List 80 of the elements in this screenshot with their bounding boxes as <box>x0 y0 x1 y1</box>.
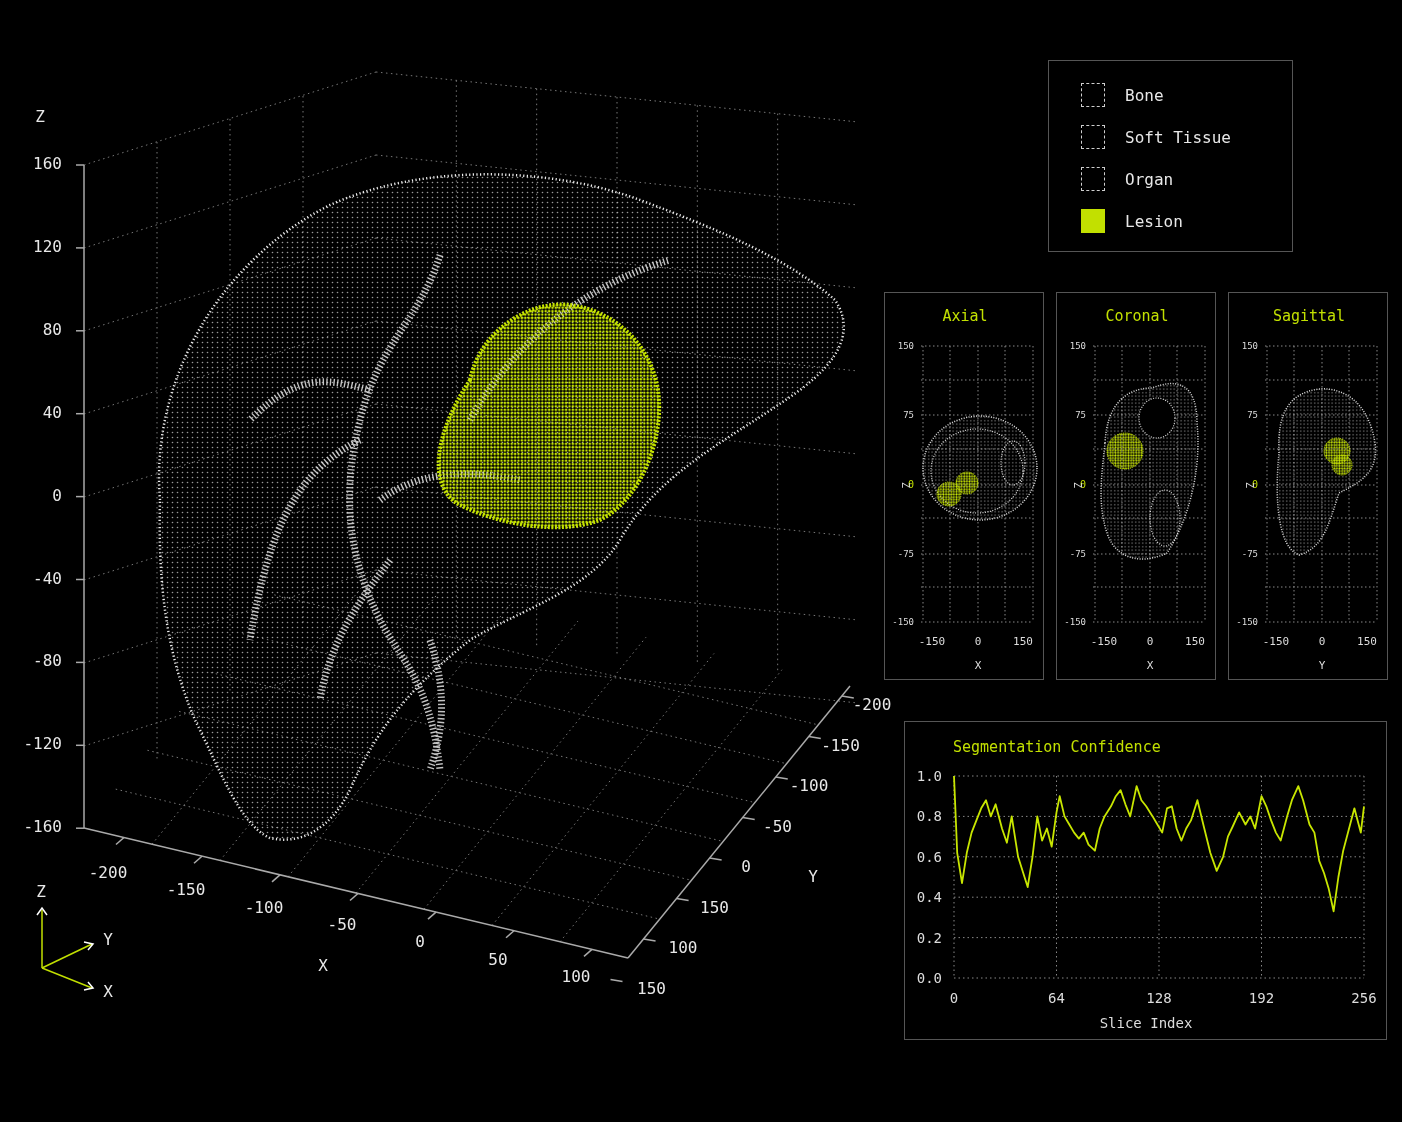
axis-tick-label: -150 <box>821 735 860 755</box>
chart-title: Segmentation Confidence <box>953 738 1161 756</box>
axis-tick-label: 0 <box>1079 479 1086 490</box>
axis-tick-label: 120 <box>33 236 62 256</box>
axis-tick-label: 80 <box>42 319 62 339</box>
legend-label: Soft Tissue <box>1125 127 1231 147</box>
axis-tick-label: 0 <box>974 635 982 648</box>
axis-tick-label: -80 <box>33 651 62 671</box>
axis-tick-label: -150 <box>918 635 946 648</box>
axis-tick-label: -100 <box>244 897 284 917</box>
axis-tick-label: 150 <box>1013 635 1033 648</box>
axis-title: Y <box>1318 659 1326 672</box>
axis-tick-label: 150 <box>1069 341 1086 351</box>
axis-tick-label: -150 <box>1090 635 1118 648</box>
axis-tick-label: 128 <box>1146 990 1172 1006</box>
axis-tick-label: -200 <box>852 695 892 714</box>
axis-tick-label: 192 <box>1248 990 1275 1006</box>
axis-tick-label: -75 <box>1069 549 1086 559</box>
axis-title: X <box>1146 659 1154 672</box>
axis-tick-label: 0 <box>52 485 62 505</box>
axis-tick-label: 150 <box>1357 635 1377 648</box>
axis-tick-label: 100 <box>561 966 591 986</box>
axis-title: Z <box>900 482 911 488</box>
axis-tick-label: 0.0 <box>916 970 942 986</box>
axis-tick-label: -200 <box>88 863 128 882</box>
axis-tick-label: 0.4 <box>916 889 942 906</box>
axis-tick-label: 0.2 <box>916 929 942 946</box>
axis-triad-label: Y <box>103 930 113 949</box>
axis-tick-label: -50 <box>327 914 357 934</box>
axis-tick-label: -150 <box>1064 617 1086 627</box>
axis-tick-label: 256 <box>1351 990 1377 1006</box>
axis-triad-label: Z <box>36 882 46 901</box>
axis-tick-label: 64 <box>1048 990 1065 1006</box>
axis-tick-label: -150 <box>1262 635 1290 648</box>
axis-tick-label: 0 <box>949 990 959 1006</box>
legend-label: Bone <box>1125 85 1164 105</box>
axis-tick-label: -40 <box>33 568 62 588</box>
axis-tick-label: 0 <box>741 857 751 876</box>
axis-triad-label: X <box>103 982 113 1001</box>
axis-tick-label: 50 <box>488 949 508 969</box>
axis-tick-label: 0 <box>907 479 914 490</box>
axis-tick-label: 40 <box>42 402 62 422</box>
axis-title: Slice Index <box>1099 1015 1193 1031</box>
legend-label: Lesion <box>1125 211 1183 231</box>
axis-tick-label: 0.6 <box>916 848 942 865</box>
legend-label: Organ <box>1125 169 1174 189</box>
axis-title: X <box>974 659 982 672</box>
axis-tick-label: 150 <box>1185 635 1205 648</box>
axis-tick-label: 75 <box>903 410 914 420</box>
slice-view-title: Axial <box>942 307 988 325</box>
axis-title: Y <box>808 867 818 886</box>
axis-tick-label: -75 <box>1241 549 1258 559</box>
axis-tick-label: 75 <box>1247 410 1258 420</box>
axis-title: Z <box>1072 482 1083 488</box>
axis-tick-label: 150 <box>700 897 729 917</box>
axis-title: Z <box>1244 482 1255 488</box>
axis-tick-label: 75 <box>1075 410 1086 420</box>
axis-tick-label: 160 <box>33 154 62 173</box>
axis-tick-label: 0 <box>1318 635 1326 648</box>
axis-title: Z <box>35 107 45 126</box>
axis-tick-label: -150 <box>166 880 206 900</box>
axis-tick-label: -150 <box>892 617 914 627</box>
axis-tick-label: 1.0 <box>916 768 942 784</box>
axis-tick-label: 0.8 <box>916 808 942 825</box>
axis-tick-label: 100 <box>668 938 698 957</box>
axis-tick-label: 0 <box>415 932 425 952</box>
axis-tick-label: -120 <box>23 734 62 754</box>
axis-tick-label: -100 <box>789 776 829 795</box>
axis-tick-label: 150 <box>897 341 914 351</box>
axis-tick-label: -150 <box>1236 617 1258 627</box>
slice-view-title: Sagittal <box>1272 307 1346 325</box>
axis-title: X <box>318 956 328 975</box>
axis-tick-label: 150 <box>637 978 666 998</box>
axis-tick-label: 0 <box>1146 635 1154 648</box>
axis-tick-label: 0 <box>1251 479 1258 490</box>
axis-tick-label: -50 <box>763 816 792 836</box>
axis-tick-label: 150 <box>1241 341 1258 351</box>
slice-view-title: Coronal <box>1105 307 1169 325</box>
axis-tick-label: -75 <box>897 549 914 559</box>
axis-tick-label: -160 <box>23 817 62 837</box>
